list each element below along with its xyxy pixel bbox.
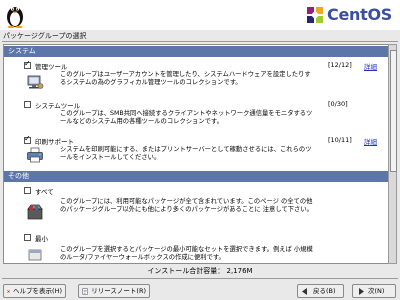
help-button[interactable]: ヘルプを表示(H) bbox=[3, 284, 66, 298]
group-checkbox-everything[interactable] bbox=[24, 187, 31, 194]
section-header-system: システム bbox=[4, 46, 388, 57]
bottom-divider bbox=[2, 278, 398, 279]
list-scrollbar[interactable] bbox=[388, 44, 397, 264]
group-name: 管理ツール bbox=[35, 63, 68, 71]
header-banner: CentOS bbox=[0, 0, 400, 30]
logo-text: CentOS bbox=[327, 5, 392, 24]
install-size-status: インストール合計容量： 2,176M bbox=[147, 267, 253, 275]
centos-logo-icon bbox=[307, 6, 324, 23]
next-arrow-icon bbox=[359, 287, 364, 295]
group-description: このグループには、利用可能なパッケージが全て含まれています。このページ の全ての… bbox=[60, 198, 313, 213]
group-count: [12/12] bbox=[328, 61, 352, 69]
release-notes-icon bbox=[82, 287, 88, 295]
group-checkbox-printing[interactable] bbox=[24, 134, 31, 144]
back-button-label: 戻る(B) bbox=[313, 287, 336, 295]
release-notes-button[interactable]: リリースノート(R) bbox=[78, 284, 150, 298]
group-checkbox-system-tools[interactable] bbox=[24, 101, 31, 108]
page-title: パッケージグループの選択 bbox=[3, 32, 87, 40]
next-button-label: 次(N) bbox=[368, 287, 385, 295]
back-button[interactable]: 戻る(B) bbox=[297, 284, 344, 298]
scrollbar-thumb[interactable] bbox=[390, 50, 397, 172]
centos-logo: CentOS bbox=[306, 5, 392, 24]
group-description: このグループを選択するとパッケージの最小可能なセットを選択できます。例えば 小規… bbox=[60, 246, 313, 261]
group-name: システムツール bbox=[35, 102, 81, 110]
group-description: システムを印刷可能にする、またはプリントサーバーとして稼動させるには、これらのツ… bbox=[60, 146, 312, 161]
tux-penguin-icon bbox=[7, 7, 23, 28]
group-name: すべて bbox=[35, 188, 54, 196]
group-count: [0/30] bbox=[328, 100, 348, 108]
help-button-label: ヘルプを表示(H) bbox=[13, 287, 62, 295]
group-checkbox-admin-tools[interactable] bbox=[24, 59, 31, 69]
minimal-icon bbox=[28, 249, 42, 261]
package-group-list[interactable]: システム 管理ツール [12/12] 詳細 このグループはユーザーアカウントを管… bbox=[3, 44, 389, 264]
group-description: このグループはユーザーアカウントを管理したり、システムハードウェアを設定したりす… bbox=[60, 71, 311, 86]
printer-icon bbox=[27, 147, 43, 163]
release-notes-button-label: リリースノート(R) bbox=[91, 287, 146, 295]
help-icon bbox=[7, 289, 10, 293]
details-link[interactable]: 詳細 bbox=[364, 61, 377, 71]
group-description: このグループは、SMB共同へ接続するクライアントやネットワーク通信量をモニタする… bbox=[60, 110, 313, 125]
details-link[interactable]: 詳細 bbox=[364, 136, 377, 146]
group-count: [10/11] bbox=[328, 136, 352, 144]
next-button[interactable]: 次(N) bbox=[352, 284, 396, 298]
group-name: 最小 bbox=[35, 235, 48, 243]
admin-tools-icon bbox=[27, 75, 44, 89]
group-name: 印刷サポート bbox=[35, 138, 74, 146]
back-arrow-icon bbox=[302, 287, 307, 295]
section-header-other: その他 bbox=[4, 171, 388, 182]
title-divider bbox=[2, 41, 398, 42]
group-checkbox-minimal[interactable] bbox=[24, 234, 31, 241]
everything-icon bbox=[27, 204, 43, 220]
